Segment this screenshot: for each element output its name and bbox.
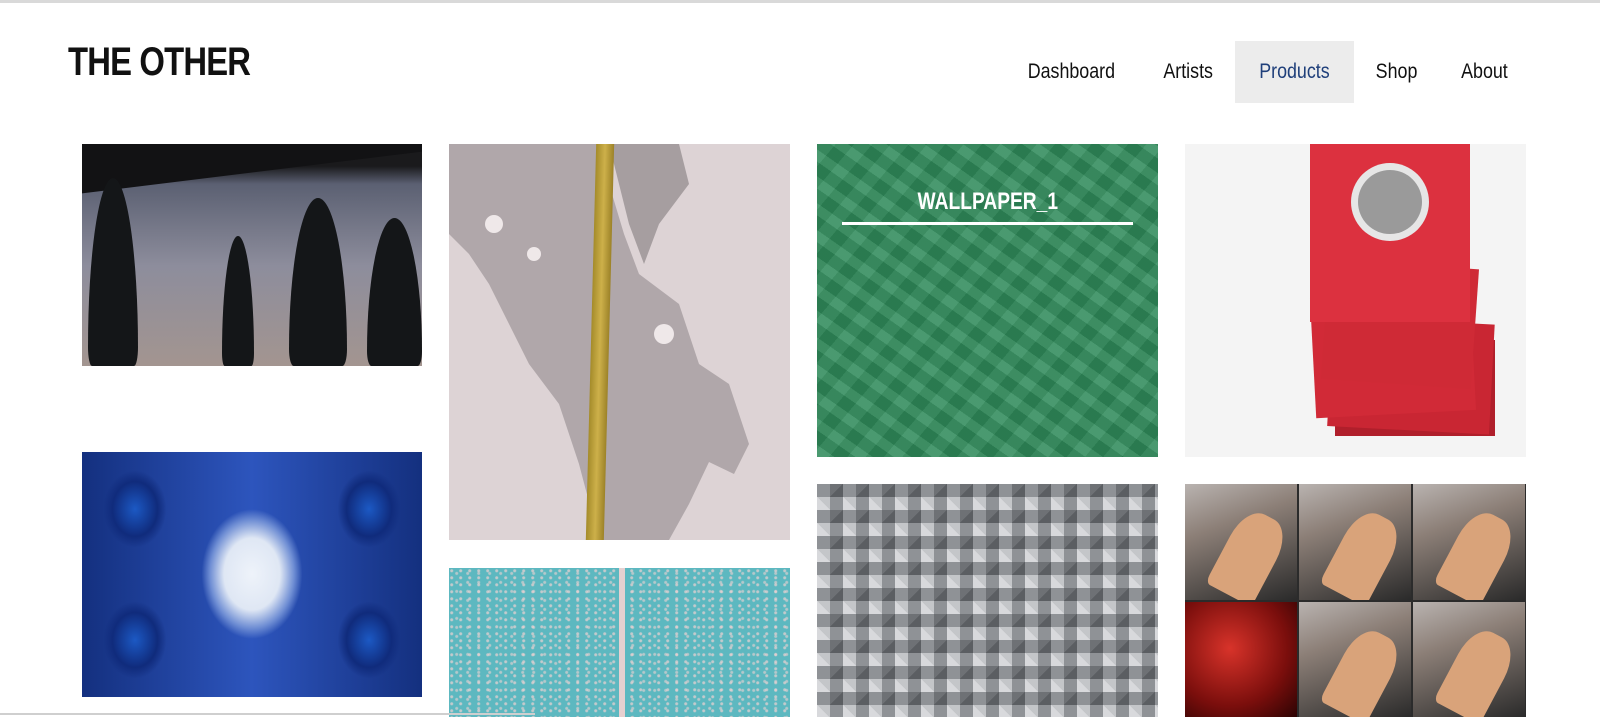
nav-item-label: Shop <box>1375 60 1418 83</box>
nav-item-label: Dashboard <box>1027 60 1116 83</box>
hand-photo <box>1299 602 1411 717</box>
nav-item-label: About <box>1461 60 1508 83</box>
horizontal-scrollbar[interactable] <box>0 713 535 715</box>
cypress-tree <box>367 218 422 366</box>
nav-item-dashboard[interactable]: Dashboard <box>1002 41 1141 103</box>
texture-seam <box>619 568 625 717</box>
red-scene-photo <box>1185 602 1297 717</box>
cypress-tree <box>222 236 254 366</box>
hand-photo <box>1299 484 1411 600</box>
graphite-splash-drawing <box>449 144 749 540</box>
gallery-tile-wallpaper[interactable]: WALLPAPER_1 <box>817 144 1158 457</box>
gallery-tile-graphite-artwork[interactable] <box>449 144 790 540</box>
gallery-tile-hand-grid[interactable] <box>1185 484 1526 717</box>
cypress-tree <box>88 178 138 366</box>
nav-item-label: Artists <box>1163 60 1213 83</box>
main-nav: Dashboard Artists Products Shop About <box>1002 41 1530 103</box>
cypress-tree <box>289 198 347 366</box>
nav-item-products[interactable]: Products <box>1235 41 1355 103</box>
tile-caption-text: WALLPAPER_1 <box>917 188 1058 215</box>
red-books-stack <box>1309 144 1495 436</box>
site-logo[interactable]: THE OTHER <box>68 40 251 85</box>
top-border <box>0 0 1600 3</box>
gallery-tile-red-books[interactable] <box>1185 144 1526 457</box>
gallery-tile-silver-crystals[interactable] <box>817 484 1158 717</box>
hand-photo <box>1185 484 1297 600</box>
crystal-pattern <box>817 484 1158 717</box>
nav-item-about[interactable]: About <box>1439 41 1530 103</box>
gallery-tile-blue-kaleidoscope[interactable] <box>82 452 422 697</box>
overpass-beam <box>82 144 422 194</box>
nav-item-shop[interactable]: Shop <box>1354 41 1439 103</box>
nav-item-label: Products <box>1259 60 1330 83</box>
hand-photo <box>1413 602 1525 717</box>
tile-caption: WALLPAPER_1 <box>817 188 1158 216</box>
caption-underline <box>842 222 1133 225</box>
nav-item-artists[interactable]: Artists <box>1141 41 1235 103</box>
gallery-tile-cypress-trees[interactable] <box>82 144 422 366</box>
kaleidoscope-pattern <box>82 452 422 697</box>
hand-photo <box>1413 484 1525 600</box>
gallery-tile-turquoise-texture[interactable] <box>449 568 790 717</box>
